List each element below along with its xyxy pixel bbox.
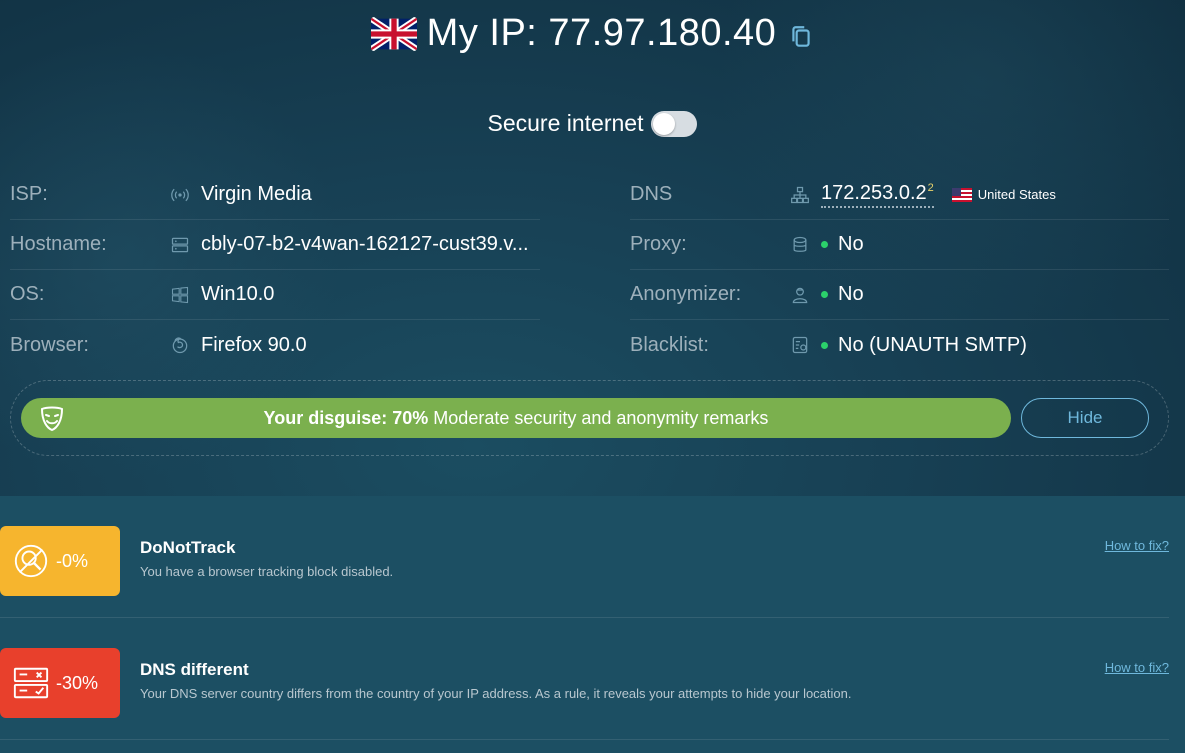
dns-count: 2 — [927, 181, 934, 194]
ip-summary-panel: My IP: 77.97.180.40 Secure internet ISP:… — [0, 0, 1185, 496]
browser-label: Browser: — [10, 333, 89, 356]
info-row-anonymizer: Anonymizer: No — [630, 270, 1169, 320]
blacklist-status-dot — [821, 341, 828, 349]
os-label: OS: — [10, 283, 45, 305]
how-to-fix-link[interactable]: How to fix? — [1105, 660, 1169, 675]
issue-penalty: -0% — [56, 550, 89, 571]
copy-icon[interactable] — [788, 24, 814, 50]
proxy-label: Proxy: — [630, 233, 687, 255]
issue-description: Your DNS server country differs from the… — [140, 686, 852, 701]
issue-badge: -30% — [0, 648, 120, 718]
disguise-bar: Your disguise: 70% Moderate security and… — [21, 398, 1011, 438]
issue-donottrack: -0% DoNotTrack You have a browser tracki… — [0, 496, 1169, 618]
connection-info-right: DNS 172.253.0.22 United States Proxy: No… — [630, 170, 1169, 370]
disguise-panel: Your disguise: 70% Moderate security and… — [10, 380, 1169, 456]
blacklist-label: Blacklist: — [630, 333, 709, 356]
secure-internet-label: Secure internet — [487, 110, 644, 136]
no-tracking-icon — [14, 544, 48, 578]
server-icon — [171, 237, 189, 252]
issue-title: DoNotTrack — [140, 538, 236, 557]
disguise-remark: Moderate security and anonymity remarks — [433, 407, 769, 428]
mask-icon — [40, 406, 64, 432]
dns-label: DNS — [630, 183, 673, 205]
disguise-prefix: Your disguise: — [263, 407, 388, 428]
checklist-icon — [792, 336, 808, 354]
issue-title: DNS different — [140, 660, 249, 679]
secure-internet-row: Secure internet — [0, 110, 1185, 137]
hostname-label: Hostname: — [10, 233, 107, 255]
isp-value: Virgin Media — [201, 183, 312, 205]
us-flag-icon — [951, 187, 972, 202]
ip-header: My IP: 77.97.180.40 — [0, 12, 1185, 55]
how-to-fix-link[interactable]: How to fix? — [1105, 538, 1169, 553]
anonymizer-status-dot — [821, 291, 828, 298]
dns-country: United States — [977, 187, 1056, 202]
network-icon — [791, 186, 809, 203]
antenna-icon — [171, 188, 189, 201]
connection-info-left: ISP: Virgin Media Hostname: cbly-07-b2-v… — [10, 170, 540, 370]
ip-address[interactable]: 77.97.180.40 — [548, 12, 776, 54]
issue-dns-different: -30% DNS different Your DNS server count… — [0, 618, 1169, 740]
anonymizer-value: No — [838, 283, 864, 305]
page-title: My IP: 77.97.180.40 — [427, 12, 777, 55]
secure-internet-toggle[interactable] — [651, 110, 698, 137]
info-row-dns: DNS 172.253.0.22 United States — [630, 170, 1169, 220]
info-row-proxy: Proxy: No — [630, 220, 1169, 270]
proxy-value: No — [838, 233, 864, 255]
disguise-percent: 70% — [392, 407, 429, 428]
user-shield-icon — [792, 287, 808, 303]
windows-icon — [171, 286, 189, 303]
disguise-text: Your disguise: 70% Moderate security and… — [264, 408, 769, 429]
info-row-blacklist: Blacklist: No (UNAUTH SMTP) — [630, 320, 1169, 370]
info-row-browser: Browser: Firefox 90.0 — [10, 320, 540, 370]
hostname-value: cbly-07-b2-v4wan-162127-cust39.v... — [201, 233, 529, 255]
os-value: Win10.0 — [201, 283, 275, 305]
uk-flag-icon — [370, 16, 417, 51]
proxy-status-dot — [821, 241, 828, 248]
isp-label: ISP: — [10, 183, 48, 205]
issue-penalty: -30% — [56, 672, 99, 693]
info-row-os: OS: Win10.0 — [10, 270, 540, 320]
browser-value: Firefox 90.0 — [201, 333, 307, 356]
ip-prefix: My IP: — [426, 12, 538, 54]
dns-value[interactable]: 172.253.0.22 — [821, 182, 934, 208]
issue-description: You have a browser tracking block disabl… — [140, 564, 394, 579]
issue-badge: -0% — [0, 526, 120, 596]
dns-address: 172.253.0.2 — [821, 181, 927, 204]
database-icon — [793, 236, 807, 252]
info-row-hostname: Hostname: cbly-07-b2-v4wan-162127-cust39… — [10, 220, 540, 270]
dns-server-icon — [13, 667, 49, 699]
firefox-icon — [172, 337, 188, 354]
info-row-isp: ISP: Virgin Media — [10, 170, 540, 220]
blacklist-value: No (UNAUTH SMTP) — [838, 333, 1027, 356]
hide-button[interactable]: Hide — [1021, 398, 1149, 438]
anonymizer-label: Anonymizer: — [630, 283, 742, 305]
